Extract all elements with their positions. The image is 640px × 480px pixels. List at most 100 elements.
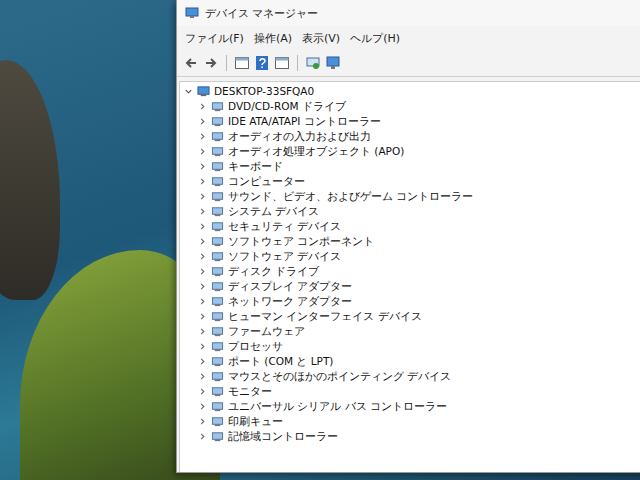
view-icon[interactable]: [274, 55, 290, 71]
tree-item[interactable]: システム デバイス: [184, 204, 640, 219]
tree-item-label: キーボード: [228, 159, 283, 174]
tree-item[interactable]: サウンド、ビデオ、およびゲーム コントローラー: [184, 189, 640, 204]
tree-item-label: モニター: [228, 384, 272, 399]
tree-item[interactable]: オーディオの入力および出力: [184, 129, 640, 144]
device-category-icon: [211, 310, 224, 323]
tree-item[interactable]: 記憶域コントローラー: [184, 429, 640, 444]
chevron-icon[interactable]: [198, 147, 207, 156]
tree-item[interactable]: キーボード: [184, 159, 640, 174]
tree-item[interactable]: DVD/CD-ROM ドライブ: [184, 99, 640, 114]
scan-hardware-icon[interactable]: [305, 55, 321, 71]
tree-item-label: ポート (COM と LPT): [228, 354, 333, 369]
menu-item[interactable]: ファイル(F): [185, 31, 244, 46]
device-category-icon: [211, 355, 224, 368]
tree-item-label: コンピューター: [228, 174, 305, 189]
device-category-icon: [211, 220, 224, 233]
chevron-icon[interactable]: [198, 402, 207, 411]
tree-root[interactable]: DESKTOP-33SFQA0: [184, 84, 640, 99]
tree-item[interactable]: ヒューマン インターフェイス デバイス: [184, 309, 640, 324]
tree-item[interactable]: 印刷キュー: [184, 414, 640, 429]
device-category-icon: [211, 400, 224, 413]
desktop: デバイス マネージャーファイル(F) 操作(A) 表示(V) ヘルプ(H) DESKTO…: [0, 0, 640, 480]
chevron-icon[interactable]: [198, 252, 207, 261]
tree-item-label: オーディオの入力および出力: [228, 129, 371, 144]
chevron-icon[interactable]: [198, 432, 207, 441]
chevron-icon[interactable]: [198, 162, 207, 171]
tree-item[interactable]: ディスプレイ アダプター: [184, 279, 640, 294]
tree-item[interactable]: ファームウェア: [184, 324, 640, 339]
chevron-icon[interactable]: [184, 87, 193, 96]
tree-item-label: 記憶域コントローラー: [228, 429, 338, 444]
tree-item[interactable]: ポート (COM と LPT): [184, 354, 640, 369]
chevron-icon[interactable]: [198, 342, 207, 351]
tree-item[interactable]: IDE ATA/ATAPI コントローラー: [184, 114, 640, 129]
tree-item-label: オーディオ処理オブジェクト (APO): [228, 144, 404, 159]
device-category-icon: [211, 295, 224, 308]
device-category-icon: [211, 205, 224, 218]
tree-item[interactable]: プロセッサ: [184, 339, 640, 354]
tree-item[interactable]: ソフトウェア デバイス: [184, 249, 640, 264]
tree-item[interactable]: マウスとそのほかのポインティング デバイス: [184, 369, 640, 384]
properties-icon[interactable]: [234, 55, 250, 71]
device-tree: DESKTOP-33SFQA0DVD/CD-ROM ドライブIDE ATA/AT…: [179, 81, 640, 472]
device-category-icon: [211, 100, 224, 113]
chevron-icon[interactable]: [198, 327, 207, 336]
tree-item-label: セキュリティ デバイス: [228, 219, 341, 234]
chevron-icon[interactable]: [198, 177, 207, 186]
tree-item[interactable]: ソフトウェア コンポーネント: [184, 234, 640, 249]
chevron-icon[interactable]: [198, 312, 207, 321]
chevron-icon[interactable]: [198, 282, 207, 291]
device-manager-window[interactable]: デバイス マネージャーファイル(F) 操作(A) 表示(V) ヘルプ(H) DESKTO…: [176, 0, 640, 473]
forward-arrow-icon[interactable]: [203, 55, 219, 71]
chevron-icon[interactable]: [198, 387, 207, 396]
tree-item[interactable]: セキュリティ デバイス: [184, 219, 640, 234]
chevron-icon[interactable]: [198, 417, 207, 426]
chevron-icon[interactable]: [198, 267, 207, 276]
device-category-icon: [211, 370, 224, 383]
toolbar-separator: [226, 55, 227, 71]
tree-item[interactable]: モニター: [184, 384, 640, 399]
title-bar: デバイス マネージャー: [177, 0, 640, 26]
chevron-icon[interactable]: [198, 237, 207, 246]
device-category-icon: [211, 235, 224, 248]
device-category-icon: [211, 385, 224, 398]
tree-item-label: ヒューマン インターフェイス デバイス: [228, 309, 422, 324]
help-icon[interactable]: [254, 55, 270, 71]
tree-item-label: マウスとそのほかのポインティング デバイス: [228, 369, 451, 384]
device-category-icon: [211, 190, 224, 203]
tree-item-label: DVD/CD-ROM ドライブ: [228, 99, 346, 114]
chevron-icon[interactable]: [198, 372, 207, 381]
device-category-icon: [211, 175, 224, 188]
tree-item[interactable]: ディスク ドライブ: [184, 264, 640, 279]
chevron-icon[interactable]: [198, 117, 207, 126]
tree-item[interactable]: コンピューター: [184, 174, 640, 189]
tree-item[interactable]: ユニバーサル シリアル バス コントローラー: [184, 399, 640, 414]
tree-item-label: ユニバーサル シリアル バス コントローラー: [228, 399, 447, 414]
tree-item-label: ディスク ドライブ: [228, 264, 319, 279]
chevron-icon[interactable]: [198, 357, 207, 366]
tree-item[interactable]: ネットワーク アダプター: [184, 294, 640, 309]
tree-item-label: ネットワーク アダプター: [228, 294, 352, 309]
window-title: デバイス マネージャー: [205, 6, 319, 21]
device-category-icon: [211, 415, 224, 428]
device-category-icon: [211, 340, 224, 353]
chevron-icon[interactable]: [198, 102, 207, 111]
chevron-icon[interactable]: [198, 132, 207, 141]
tree-item-label: 印刷キュー: [228, 414, 283, 429]
device-category-icon: [211, 160, 224, 173]
device-category-icon: [211, 325, 224, 338]
menu-item[interactable]: 表示(V): [302, 31, 340, 46]
tree-item-label: システム デバイス: [228, 204, 319, 219]
tree-root-label: DESKTOP-33SFQA0: [214, 84, 314, 99]
chevron-icon[interactable]: [198, 222, 207, 231]
monitor-icon[interactable]: [325, 55, 341, 71]
menu-bar: ファイル(F) 操作(A) 表示(V) ヘルプ(H): [177, 26, 640, 50]
menu-item[interactable]: 操作(A): [254, 31, 292, 46]
menu-item[interactable]: ヘルプ(H): [350, 31, 400, 46]
tree-item[interactable]: オーディオ処理オブジェクト (APO): [184, 144, 640, 159]
chevron-icon[interactable]: [198, 297, 207, 306]
chevron-icon[interactable]: [198, 192, 207, 201]
chevron-icon[interactable]: [198, 207, 207, 216]
tree-item-label: サウンド、ビデオ、およびゲーム コントローラー: [228, 189, 473, 204]
back-arrow-icon[interactable]: [183, 55, 199, 71]
